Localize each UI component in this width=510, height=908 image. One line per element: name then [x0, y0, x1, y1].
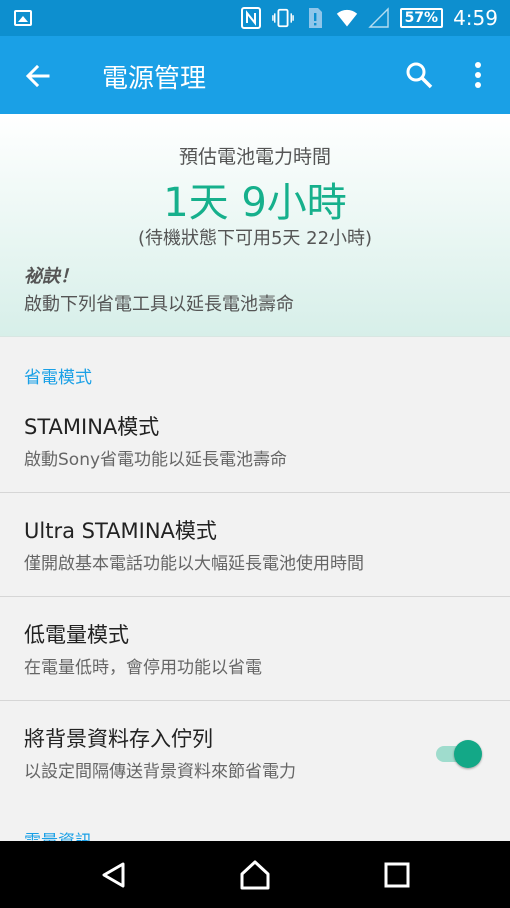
- gallery-icon: [14, 10, 32, 26]
- recents-icon[interactable]: [379, 857, 415, 893]
- battery-percent: 57%: [399, 8, 444, 28]
- signal-icon: [367, 7, 390, 29]
- estimate-value: 1天 9小時: [163, 180, 347, 226]
- nfc-icon: [240, 7, 262, 29]
- list-item-stamina[interactable]: STAMINA模式 啟動Sony省電功能以延長電池壽命: [0, 389, 510, 493]
- item-subtitle: 僅開啟基本電話功能以大幅延長電池使用時間: [24, 554, 364, 574]
- navigation-bar: [0, 841, 510, 908]
- tip-body: 啟動下列省電工具以延長電池壽命: [24, 294, 294, 315]
- list-item-low-battery-mode[interactable]: 低電量模式 在電量低時，會停用功能以省電: [0, 597, 510, 701]
- item-subtitle: 以設定間隔傳送背景資料來節省電力: [24, 762, 296, 782]
- back-arrow-icon[interactable]: [22, 60, 54, 92]
- search-icon[interactable]: [404, 60, 434, 90]
- more-vert-icon[interactable]: [466, 58, 490, 92]
- back-triangle-icon[interactable]: [96, 857, 132, 893]
- item-title: 低電量模式: [24, 623, 129, 647]
- queue-background-data-toggle[interactable]: [434, 739, 484, 769]
- battery-icon: 57%: [399, 8, 444, 28]
- wifi-icon: [336, 7, 358, 29]
- item-title: 將背景資料存入佇列: [24, 727, 213, 751]
- toggle-thumb: [454, 740, 482, 768]
- item-title: STAMINA模式: [24, 415, 160, 439]
- standby-text: (待機狀態下可用5天 22小時): [137, 228, 373, 249]
- status-icons: 57% 4:59: [240, 6, 498, 30]
- page-title: 電源管理: [102, 64, 207, 94]
- item-title: Ultra STAMINA模式: [24, 519, 217, 543]
- battery-summary: 預估電池電力時間 1天 9小時 (待機狀態下可用5天 22小時) 祕訣！ 啟動下…: [0, 114, 510, 337]
- tip-title: 祕訣！: [24, 266, 78, 287]
- sim-alert-icon: [304, 7, 326, 29]
- vibrate-icon: [271, 7, 294, 29]
- section-header-battery-info: 電量資訊: [24, 827, 92, 841]
- home-icon[interactable]: [237, 857, 273, 893]
- item-subtitle: 在電量低時，會停用功能以省電: [24, 658, 262, 678]
- list-item-queue-background-data[interactable]: 將背景資料存入佇列 以設定間隔傳送背景資料來節省電力: [0, 701, 510, 805]
- list-item-ultra-stamina[interactable]: Ultra STAMINA模式 僅開啟基本電話功能以大幅延長電池使用時間: [0, 493, 510, 597]
- clock: 4:59: [453, 6, 498, 30]
- settings-list: 省電模式 STAMINA模式 啟動Sony省電功能以延長電池壽命 Ultra S…: [0, 337, 510, 841]
- status-bar: 57% 4:59: [0, 0, 510, 36]
- item-subtitle: 啟動Sony省電功能以延長電池壽命: [24, 450, 288, 470]
- estimate-label: 預估電池電力時間: [178, 146, 331, 168]
- section-header-power-saving: 省電模式: [24, 368, 92, 388]
- app-bar: 電源管理: [0, 36, 510, 114]
